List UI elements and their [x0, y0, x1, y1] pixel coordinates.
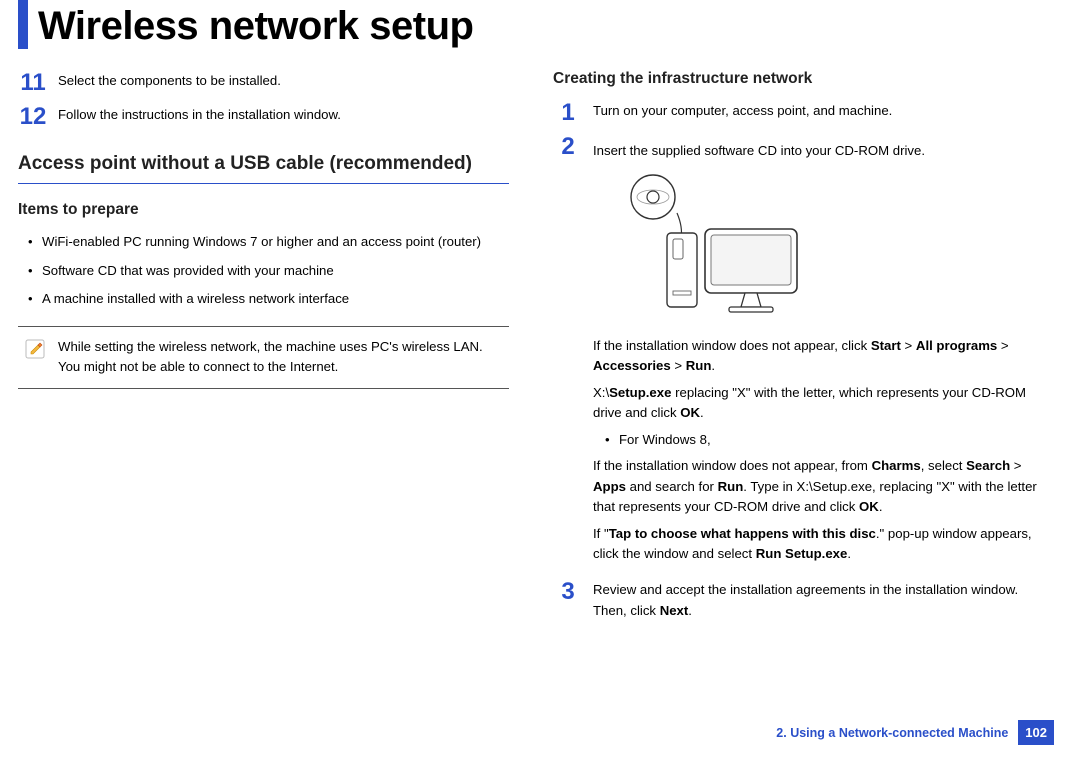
right-column: Creating the infrastructure network 1 Tu… — [553, 67, 1044, 631]
section-heading-access-point: Access point without a USB cable (recomm… — [18, 149, 509, 184]
title-accent-bar — [18, 0, 28, 49]
page-number: 102 — [1018, 720, 1054, 745]
note-text: While setting the wireless network, the … — [58, 337, 503, 378]
step-text: Review and accept the installation agree… — [593, 580, 1044, 621]
subheading-items-to-prepare: Items to prepare — [18, 198, 509, 222]
step-11: 11 Select the components to be installed… — [18, 71, 509, 95]
manual-page: Wireless network setup 11 Select the com… — [0, 0, 1080, 763]
items-to-prepare-list: WiFi-enabled PC running Windows 7 or hig… — [18, 232, 509, 309]
title-wrap: Wireless network setup — [18, 0, 1044, 49]
left-column: 11 Select the components to be installed… — [18, 67, 509, 631]
step-2: 2 Insert the supplied software CD into y… — [553, 135, 1044, 570]
list-item: A machine installed with a wireless netw… — [28, 289, 509, 309]
step-number: 11 — [18, 71, 48, 95]
step-number: 12 — [18, 105, 48, 129]
step-text: Select the components to be installed. — [58, 71, 509, 91]
cd-computer-illustration — [621, 169, 1044, 325]
list-item: Software CD that was provided with your … — [28, 261, 509, 281]
windows8-instruction: If the installation window does not appe… — [593, 456, 1044, 517]
step-3: 3 Review and accept the installation agr… — [553, 580, 1044, 621]
step-text: Follow the instructions in the installat… — [58, 105, 509, 125]
step-number: 1 — [553, 101, 583, 125]
step-12: 12 Follow the instructions in the instal… — [18, 105, 509, 129]
step-body: Insert the supplied software CD into you… — [593, 135, 1044, 570]
step-text: Turn on your computer, access point, and… — [593, 101, 1044, 121]
setup-exe-instruction: X:\Setup.exe replacing "X" with the lett… — [593, 383, 1044, 424]
page-title: Wireless network setup — [38, 0, 473, 49]
note-pencil-icon — [24, 337, 48, 361]
two-column-layout: 11 Select the components to be installed… — [18, 67, 1044, 631]
step-number: 3 — [553, 580, 583, 604]
step-1: 1 Turn on your computer, access point, a… — [553, 101, 1044, 125]
step-number: 2 — [553, 135, 583, 159]
list-item: For Windows 8, — [605, 430, 1044, 450]
subheading-creating-infra: Creating the infrastructure network — [553, 67, 1044, 91]
install-window-instruction: If the installation window does not appe… — [593, 336, 1044, 377]
note-callout: While setting the wireless network, the … — [18, 326, 509, 389]
footer-chapter: 2. Using a Network-connected Machine — [776, 726, 1008, 740]
list-item: WiFi-enabled PC running Windows 7 or hig… — [28, 232, 509, 252]
step-intro: Insert the supplied software CD into you… — [593, 141, 1044, 161]
tap-to-choose-instruction: If "Tap to choose what happens with this… — [593, 524, 1044, 565]
windows8-sublist: For Windows 8, — [593, 430, 1044, 450]
page-footer: 2. Using a Network-connected Machine 102 — [776, 720, 1054, 745]
